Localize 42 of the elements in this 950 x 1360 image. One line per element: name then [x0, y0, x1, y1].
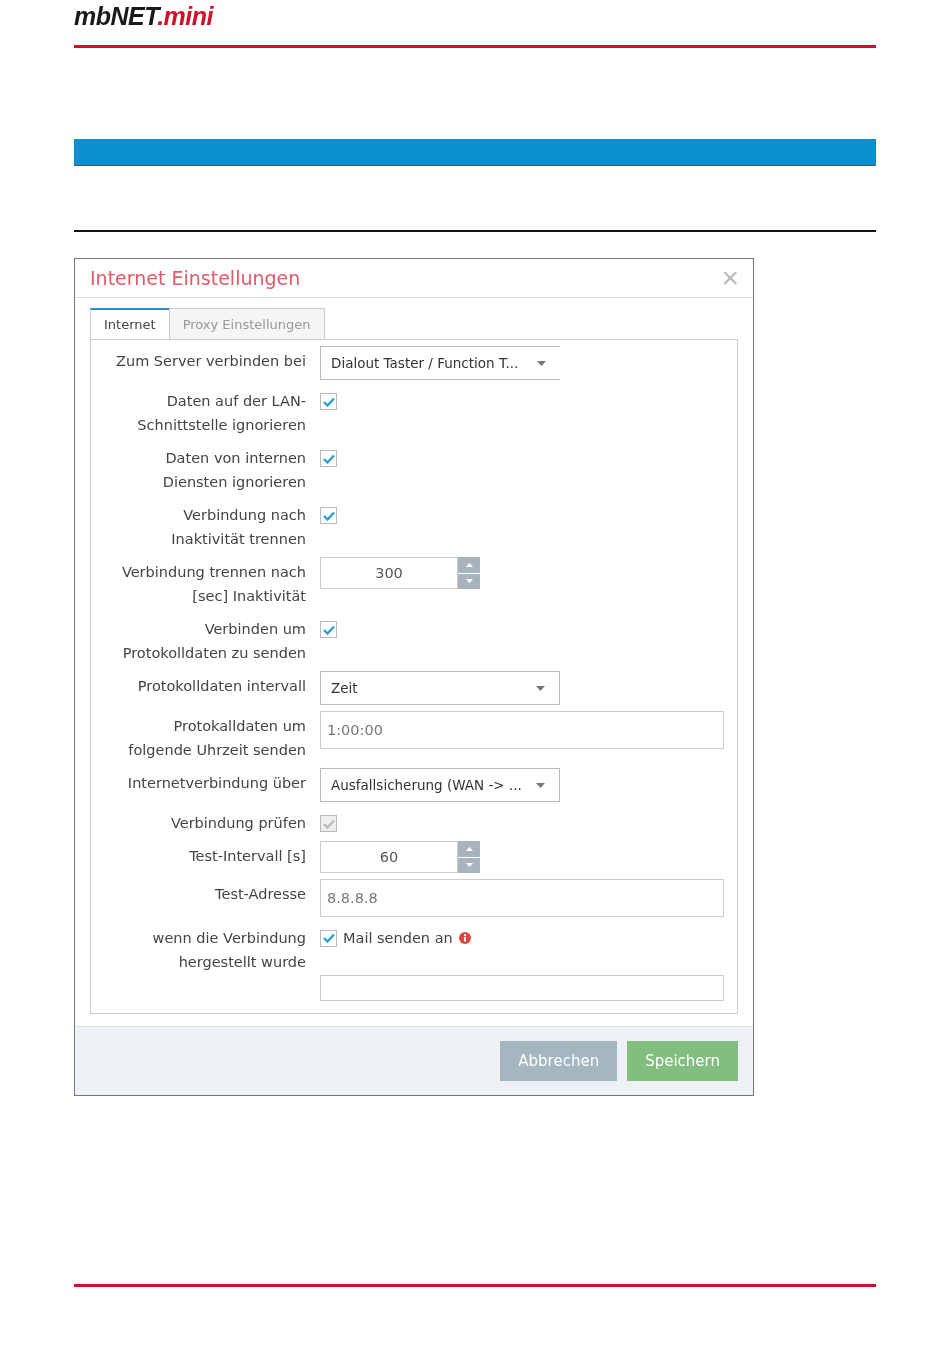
field-label: Verbindung prüfen [169, 814, 306, 833]
up-arrow-icon [465, 562, 473, 567]
field-label: Daten auf der LAN- Schnittstelle ignorieren [136, 392, 306, 435]
checkbox[interactable] [320, 507, 337, 524]
decrement-button[interactable] [458, 573, 480, 589]
checkbox[interactable] [320, 393, 337, 410]
dropdown[interactable]: Dialout Taster / Function T... [320, 346, 560, 380]
caret-icon [536, 782, 545, 788]
checkbox-label: Mail senden an [343, 930, 453, 946]
tab[interactable]: Internet [90, 308, 170, 339]
input-field[interactable]: 8.8.8.8 [320, 879, 724, 917]
field-label: Verbinden um Protokolldaten zu senden [121, 620, 306, 663]
checkbox[interactable] [320, 621, 337, 638]
increment-button[interactable] [458, 841, 480, 857]
input-field[interactable] [320, 975, 724, 1001]
info-icon [458, 932, 471, 944]
caret-icon [536, 685, 545, 691]
field-label: Test-Adresse [214, 885, 306, 904]
logo: mbNET.mini [74, 1, 213, 30]
field-label: Protokalldaten um folgende Uhrzeit senden [127, 717, 306, 760]
up-arrow-icon [465, 846, 473, 851]
field-label: Internetverbindung über [126, 774, 306, 793]
down-arrow-icon [465, 579, 473, 584]
input-field[interactable]: 1:00:00 [320, 711, 724, 749]
decrement-button[interactable] [458, 857, 480, 873]
dropdown[interactable]: Ausfallsicherung (WAN -> ... [320, 768, 560, 802]
field-label: Daten von internen Diensten ignorieren [161, 449, 306, 492]
field-label: Zum Server verbinden bei [115, 352, 306, 371]
dropdown[interactable]: Zeit [320, 671, 560, 705]
field-label: Verbindung nach Inaktivität trennen [170, 506, 306, 549]
number-field[interactable]: 60 [320, 841, 458, 873]
field-label: wenn die Verbindung hergestellt wurde [151, 929, 306, 972]
dialog-title: Internet Einstellungen [90, 267, 301, 289]
number-field[interactable]: 300 [320, 557, 458, 589]
field-label: Protokolldaten intervall [136, 677, 306, 696]
field-label: Test-Intervall [s] [188, 847, 306, 866]
down-arrow-icon [465, 863, 473, 868]
caret-icon [537, 360, 546, 366]
field-label: Verbindung trennen nach [sec] Inaktivität [120, 563, 306, 606]
checkbox[interactable] [320, 929, 337, 947]
checkbox[interactable] [320, 450, 337, 467]
increment-button[interactable] [458, 557, 480, 573]
